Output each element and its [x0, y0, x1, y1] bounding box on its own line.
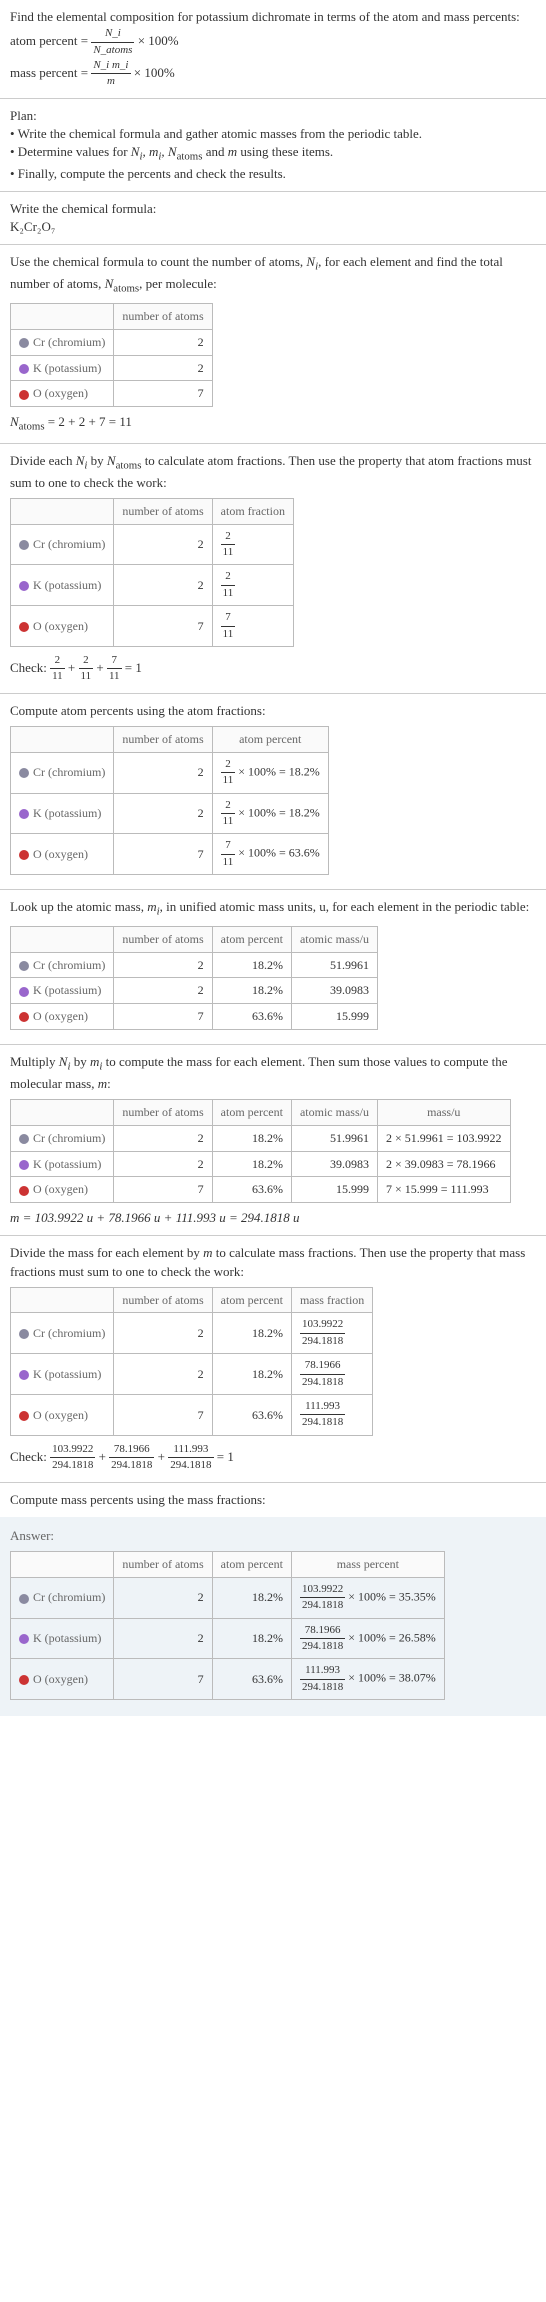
plan-step-1: • Write the chemical formula and gather … — [10, 125, 536, 143]
element-dot-icon — [19, 581, 29, 591]
table-header-row: number of atomsatom percentatomic mass/u… — [11, 1099, 511, 1125]
element-dot-icon — [19, 1411, 29, 1421]
table-row: O (oxygen)7711 × 100% = 63.6% — [11, 834, 329, 875]
table-row: O (oxygen)763.6%111.993294.1818 — [11, 1395, 373, 1436]
atom-frac-text: Divide each Ni by Natoms to calculate at… — [10, 452, 536, 492]
element-dot-icon — [19, 1370, 29, 1380]
table-row: K (potassium)218.2%78.1966294.1818 × 100… — [11, 1618, 445, 1659]
element-dot-icon — [19, 768, 29, 778]
mass-percent-fraction: N_i m_im — [91, 58, 130, 90]
element-dot-icon — [19, 338, 29, 348]
table-row: O (oxygen)763.6%111.993294.1818 × 100% =… — [11, 1659, 445, 1700]
mass-calc-table: number of atomsatom percentatomic mass/u… — [10, 1099, 511, 1203]
formula-heading: Write the chemical formula: — [10, 200, 536, 218]
table-row: K (potassium)218.2%78.1966294.1818 — [11, 1354, 373, 1395]
chemical-formula-section: Write the chemical formula: K₂Cr₂O₇ — [0, 192, 546, 245]
table-row: Cr (chromium)218.2%103.9922294.1818 × 10… — [11, 1577, 445, 1618]
table-row: K (potassium)218.2%39.09832 × 39.0983 = … — [11, 1151, 511, 1177]
table-row: Cr (chromium)218.2%103.9922294.1818 — [11, 1313, 373, 1354]
table-header-row: number of atomsatom percentmass fraction — [11, 1287, 373, 1313]
mass-percent-heading-section: Compute mass percents using the mass fra… — [0, 1483, 546, 1517]
atom-frac-table: number of atomsatom fraction Cr (chromiu… — [10, 498, 294, 647]
element-dot-icon — [19, 1594, 29, 1604]
atom-pct-table: number of atomsatom percent Cr (chromium… — [10, 726, 329, 875]
element-dot-icon — [19, 540, 29, 550]
element-dot-icon — [19, 1012, 29, 1022]
table-row: K (potassium)218.2%39.0983 — [11, 978, 378, 1004]
atom-frac-check: Check: 211 + 211 + 711 = 1 — [10, 653, 536, 685]
plan-heading: Plan: — [10, 107, 536, 125]
intro-section: Find the elemental composition for potas… — [0, 0, 546, 99]
table-row: O (oxygen)763.6%15.999 — [11, 1004, 378, 1030]
atomic-mass-section: Look up the atomic mass, mi, in unified … — [0, 890, 546, 1045]
table-header-row: number of atoms — [11, 303, 213, 329]
atom-percent-section: Compute atom percents using the atom fra… — [0, 694, 546, 890]
answer-label: Answer: — [10, 1527, 536, 1545]
chemical-formula: K₂Cr₂O₇ — [10, 218, 536, 236]
element-dot-icon — [19, 809, 29, 819]
element-dot-icon — [19, 1134, 29, 1144]
element-dot-icon — [19, 622, 29, 632]
table-row: Cr (chromium)2211 × 100% = 18.2% — [11, 752, 329, 793]
mass-percent-formula: mass percent = N_i m_im × 100% — [10, 58, 536, 90]
element-dot-icon — [19, 1675, 29, 1685]
count-table: number of atoms Cr (chromium)2 K (potass… — [10, 303, 213, 407]
table-row: Cr (chromium)2211 — [11, 524, 294, 565]
element-dot-icon — [19, 364, 29, 374]
answer-table: number of atomsatom percentmass percent … — [10, 1551, 445, 1700]
count-text: Use the chemical formula to count the nu… — [10, 253, 536, 297]
element-dot-icon — [19, 987, 29, 997]
element-dot-icon — [19, 961, 29, 971]
table-header-row: number of atomsatom percentmass percent — [11, 1551, 445, 1577]
mass-fractions-section: Divide the mass for each element by m to… — [0, 1236, 546, 1482]
table-header-row: number of atomsatom percent — [11, 726, 329, 752]
table-row: O (oxygen)7711 — [11, 606, 294, 647]
mass-calc-section: Multiply Ni by mi to compute the mass fo… — [0, 1045, 546, 1236]
element-dot-icon — [19, 1160, 29, 1170]
mass-percent-rhs: × 100% — [134, 65, 175, 80]
atomic-mass-text: Look up the atomic mass, mi, in unified … — [10, 898, 536, 920]
atom-pct-heading: Compute atom percents using the atom fra… — [10, 702, 536, 720]
atom-percent-rhs: × 100% — [138, 33, 179, 48]
plan-step-2: • Determine values for Ni, mi, Natoms an… — [10, 143, 536, 165]
mass-frac-table: number of atomsatom percentmass fraction… — [10, 1287, 373, 1436]
table-row: K (potassium)2 — [11, 355, 213, 381]
table-row: Cr (chromium)218.2%51.9961 — [11, 952, 378, 978]
plan-step-3: • Finally, compute the percents and chec… — [10, 165, 536, 183]
table-header-row: number of atomsatom fraction — [11, 498, 294, 524]
atomic-mass-table: number of atomsatom percentatomic mass/u… — [10, 926, 378, 1030]
element-dot-icon — [19, 390, 29, 400]
element-dot-icon — [19, 1186, 29, 1196]
plan-section: Plan: • Write the chemical formula and g… — [0, 99, 546, 192]
table-row: Cr (chromium)2 — [11, 329, 213, 355]
intro-title: Find the elemental composition for potas… — [10, 8, 536, 26]
table-row: K (potassium)2211 × 100% = 18.2% — [11, 793, 329, 834]
natoms-total: Natoms = 2 + 2 + 7 = 11 — [10, 413, 536, 435]
mass-percent-lhs: mass percent = — [10, 65, 88, 80]
element-dot-icon — [19, 850, 29, 860]
table-row: O (oxygen)7 — [11, 381, 213, 407]
atom-percent-formula: atom percent = N_iN_atoms × 100% — [10, 26, 536, 58]
table-header-row: number of atomsatom percentatomic mass/u — [11, 926, 378, 952]
element-dot-icon — [19, 1634, 29, 1644]
table-row: O (oxygen)763.6%15.9997 × 15.999 = 111.9… — [11, 1177, 511, 1203]
col-number-of-atoms: number of atoms — [114, 303, 212, 329]
table-row: K (potassium)2211 — [11, 565, 294, 606]
element-dot-icon — [19, 1329, 29, 1339]
atom-percent-lhs: atom percent = — [10, 33, 88, 48]
atom-fractions-section: Divide each Ni by Natoms to calculate at… — [0, 444, 546, 694]
table-row: Cr (chromium)218.2%51.99612 × 51.9961 = … — [11, 1125, 511, 1151]
mass-frac-text: Divide the mass for each element by m to… — [10, 1244, 536, 1280]
molecular-mass-total: m = 103.9922 u + 78.1966 u + 111.993 u =… — [10, 1209, 536, 1227]
atom-percent-fraction: N_iN_atoms — [91, 26, 134, 58]
mass-frac-check: Check: 103.9922294.1818 + 78.1966294.181… — [10, 1442, 536, 1474]
mass-calc-text: Multiply Ni by mi to compute the mass fo… — [10, 1053, 536, 1093]
mass-pct-heading: Compute mass percents using the mass fra… — [10, 1491, 536, 1509]
count-atoms-section: Use the chemical formula to count the nu… — [0, 245, 546, 443]
answer-box: Answer: number of atomsatom percentmass … — [0, 1517, 546, 1716]
